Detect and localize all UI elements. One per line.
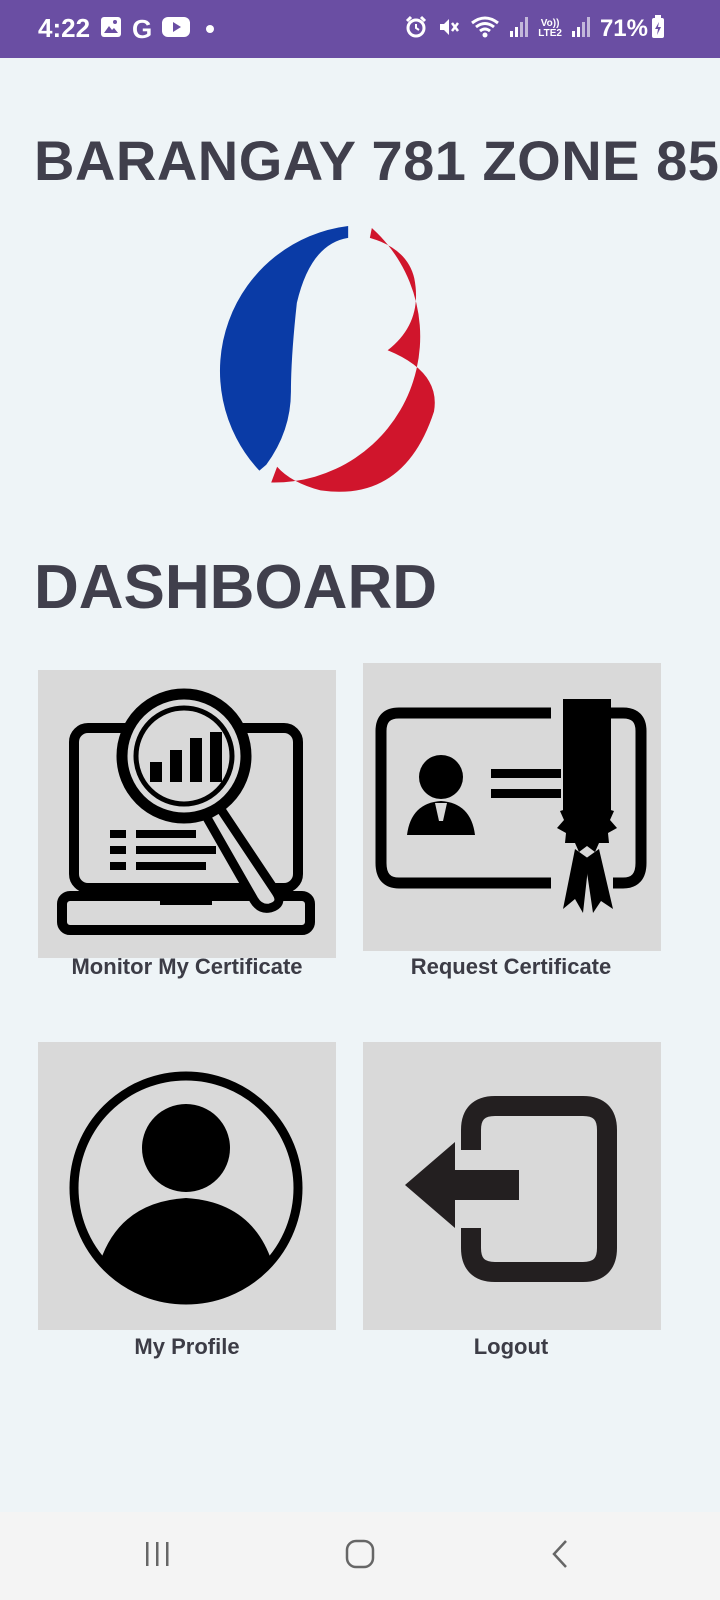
notification-icons: G (100, 14, 215, 44)
status-time: 4:22 (38, 13, 91, 43)
navigation-bar (0, 1512, 720, 1600)
dot-icon (206, 25, 215, 33)
home-button[interactable] (330, 1534, 390, 1578)
home-icon (344, 1538, 376, 1575)
main-content: BARANGAY 781 ZONE 85 DASHBOARD Monitor M… (0, 58, 720, 1512)
system-icons: Vo)) LTE2 71% (404, 14, 665, 44)
recent-apps-button[interactable] (128, 1534, 188, 1578)
my-profile-label[interactable]: My Profile (37, 1334, 337, 1360)
profile-icon (38, 1042, 336, 1330)
back-button[interactable] (530, 1534, 590, 1578)
back-icon (548, 1538, 572, 1575)
alarm-icon (404, 15, 428, 44)
youtube-icon (162, 16, 191, 43)
monitor-certificate-icon (38, 670, 336, 958)
lte-label: LTE2 (538, 28, 562, 39)
page-title: BARANGAY 781 ZONE 85 (34, 129, 720, 192)
status-bar: 4:22 G Vo)) LTE2 71% (0, 0, 720, 58)
signal-icon (571, 16, 591, 43)
battery-percent: 71% (599, 15, 648, 42)
logout-icon (363, 1042, 661, 1330)
request-certificate-tile[interactable] (363, 663, 661, 951)
recent-apps-icon (143, 1540, 173, 1573)
wifi-icon (470, 15, 500, 44)
logout-label[interactable]: Logout (361, 1334, 661, 1360)
signal-icon (509, 16, 529, 43)
barangay-logo (212, 224, 508, 520)
certificate-icon (363, 663, 661, 951)
monitor-certificate-label[interactable]: Monitor My Certificate (37, 954, 337, 980)
gallery-icon (100, 16, 122, 43)
mute-icon (437, 15, 461, 44)
battery-icon (651, 14, 665, 44)
google-icon: G (132, 14, 153, 44)
lte-indicator: Vo)) LTE2 (538, 19, 562, 39)
dashboard-title: DASHBOARD (34, 553, 437, 622)
monitor-certificate-tile[interactable] (38, 670, 336, 958)
my-profile-tile[interactable] (38, 1042, 336, 1330)
request-certificate-label[interactable]: Request Certificate (361, 954, 661, 980)
logout-tile[interactable] (363, 1042, 661, 1330)
